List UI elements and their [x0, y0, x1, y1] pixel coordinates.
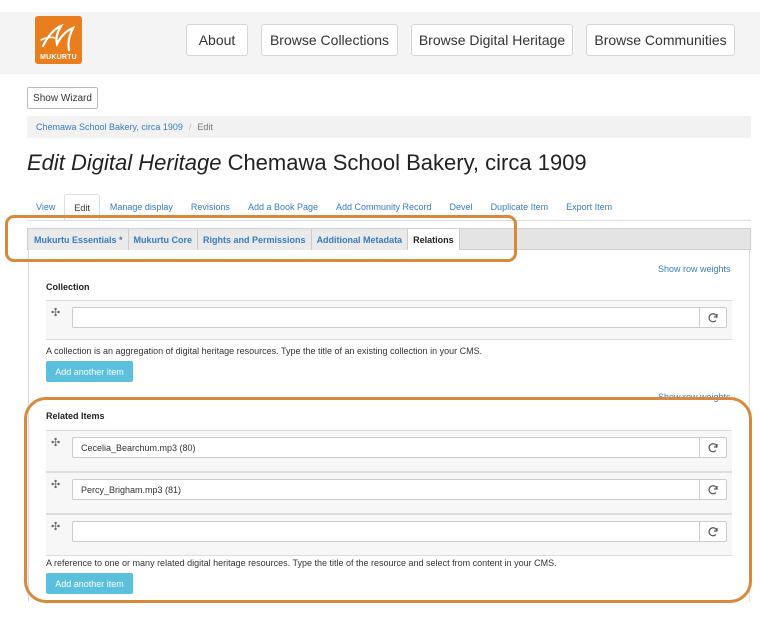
collection-label: Collection	[46, 282, 90, 292]
related-items-highlight-annotation	[24, 397, 752, 603]
collection-help: A collection is an aggregation of digita…	[46, 346, 483, 356]
page-title-prefix: Edit Digital Heritage	[27, 150, 222, 175]
show-wizard-button[interactable]: Show Wizard	[27, 87, 98, 109]
refresh-icon[interactable]	[700, 307, 727, 328]
breadcrumb-current: Edit	[197, 122, 213, 132]
show-row-weights-link[interactable]: Show row weights	[658, 264, 731, 274]
mukurtu-logo[interactable]: MUKURTU	[35, 16, 82, 64]
tabs-highlight-annotation	[5, 215, 517, 262]
site-header: MUKURTU About Browse Collections Browse …	[0, 12, 760, 74]
page-title: Edit Digital Heritage Chemawa School Bak…	[27, 150, 587, 176]
collection-add-another-button[interactable]: Add another item	[46, 361, 133, 382]
page-title-name: Chemawa School Bakery, circa 1909	[227, 150, 587, 175]
collection-input[interactable]	[72, 307, 700, 328]
tab-export-item[interactable]: Export Item	[557, 194, 621, 220]
breadcrumb-separator: /	[188, 122, 192, 132]
nav-about[interactable]: About	[186, 24, 248, 56]
breadcrumb: Chemawa School Bakery, circa 1909 / Edit	[27, 116, 751, 138]
nav-browse-digital-heritage[interactable]: Browse Digital Heritage	[411, 24, 573, 56]
logo-text: MUKURTU	[40, 54, 77, 61]
drag-handle-icon[interactable]: ✣	[51, 306, 60, 319]
breadcrumb-link[interactable]: Chemawa School Bakery, circa 1909	[36, 122, 183, 132]
nav-browse-communities[interactable]: Browse Communities	[586, 24, 735, 56]
nav-browse-collections[interactable]: Browse Collections	[261, 24, 398, 56]
